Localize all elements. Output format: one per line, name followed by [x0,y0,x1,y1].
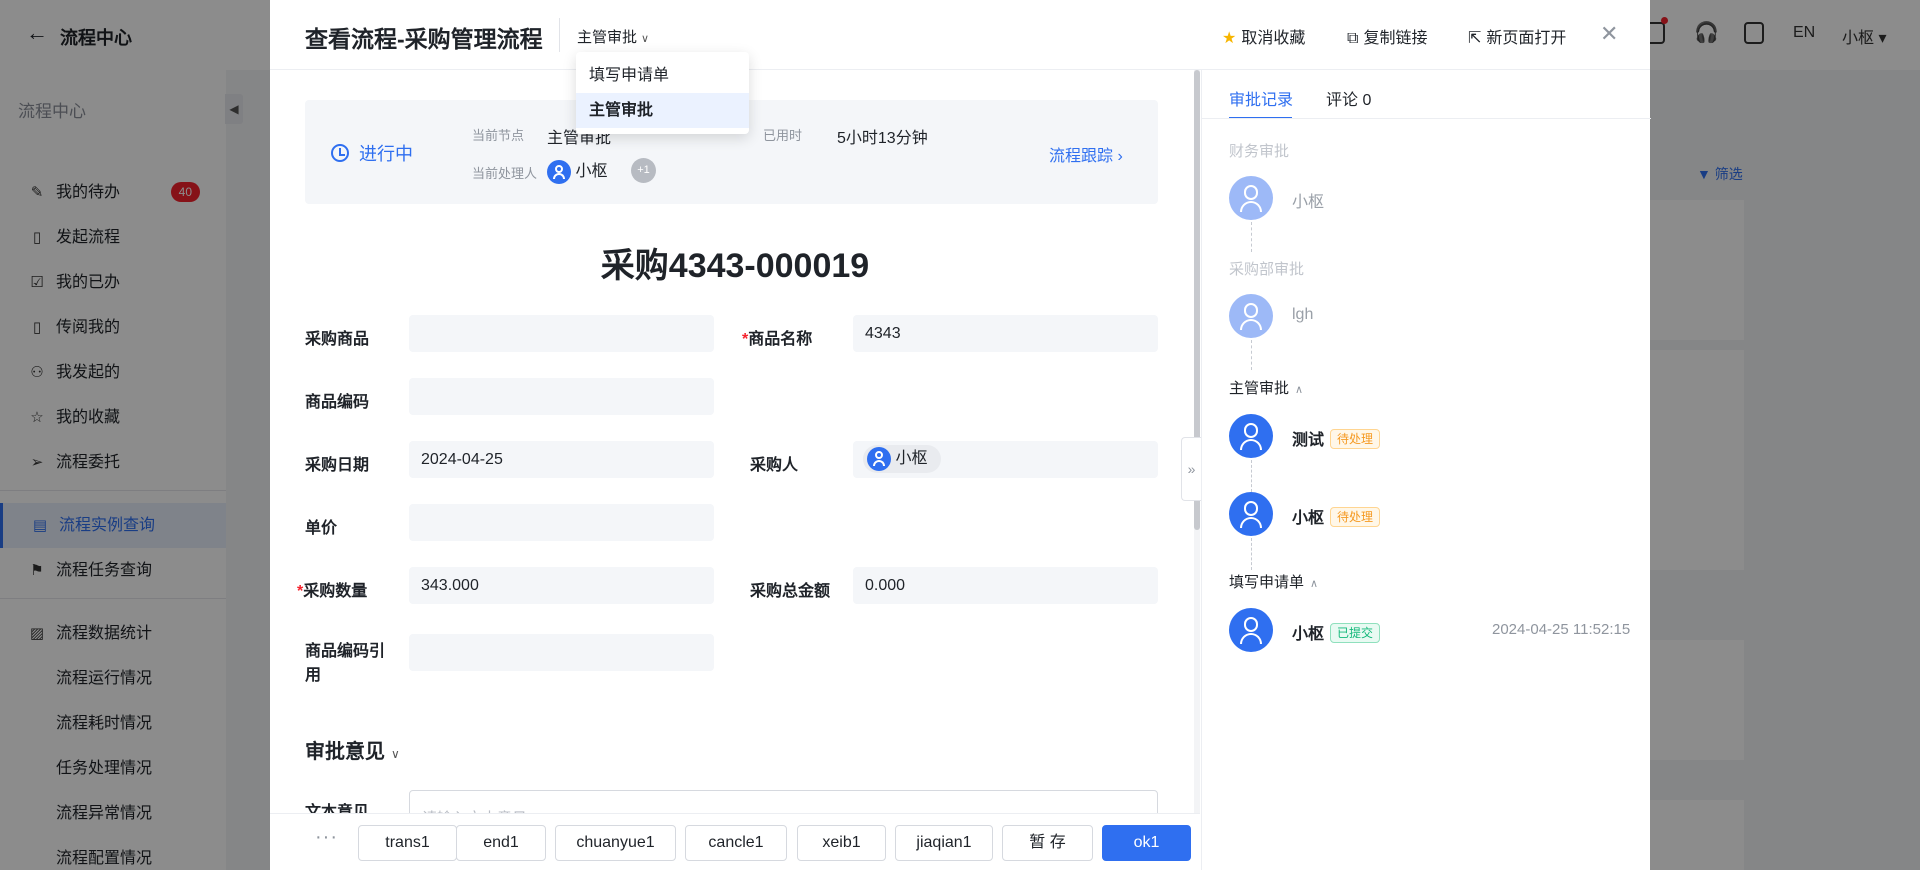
end1-button[interactable]: end1 [456,825,546,861]
text-opinion-label: 文本意见 [305,804,370,813]
open-new-page-button[interactable]: ⇱ 新页面打开 [1468,24,1566,48]
record-name: 小枢 已提交 [1292,620,1381,644]
status-state: 进行中 [331,140,413,166]
process-track-link[interactable]: 流程跟踪 › [1049,142,1123,166]
user-avatar-icon [867,446,891,471]
more-actions-icon[interactable]: ··· [315,826,338,849]
record-name: 小枢 [1292,194,1325,211]
clock-icon [331,144,349,162]
chevron-up-icon: ∧ [1295,384,1304,396]
process-main: 进行中 当前节点 主管审批 已用时 5小时13分钟 当前处理人 小枢 +1 流程… [270,70,1200,813]
record-name: 小枢 待处理 [1292,504,1381,528]
copy-link-button[interactable]: ⧉ 复制链接 [1347,24,1427,48]
user-avatar-icon [1229,294,1273,338]
record-time: 2024-04-25 11:52:15 [1492,621,1631,638]
purchase-date-label: 采购日期 [305,457,370,474]
chevron-down-icon: ∨ [641,33,650,45]
trans1-button[interactable]: trans1 [358,825,457,861]
chevron-up-icon: ∧ [1310,578,1319,590]
purchase-date-input[interactable]: 2024-04-25 [409,441,714,478]
quantity-input[interactable]: 343.000 [409,567,714,604]
jiaqian1-button[interactable]: jiaqian1 [895,825,993,861]
product-input[interactable] [409,315,714,352]
timeline-connector [1251,538,1252,570]
cancle1-button[interactable]: cancle1 [685,825,787,861]
extra-handlers-badge[interactable]: +1 [631,158,656,183]
record-panel: 审批记录 评论 0 财务审批 小枢 采购部审批 lgh 主管审批 ∧ 测试 待处理 … [1201,70,1651,870]
dropdown-option-selected[interactable]: 主管审批 [576,93,749,128]
elapsed-label: 已用时 [763,128,803,143]
product-name-label: *商品名称 [742,331,813,348]
close-icon[interactable]: ✕ [1600,21,1618,47]
product-code-input[interactable] [409,378,714,415]
purchaser-name: 小枢 [895,449,928,467]
pending-tag: 待处理 [1330,507,1381,527]
text-opinion-input[interactable]: 请输入文本意见 [409,790,1158,813]
total-input[interactable]: 0.000 [853,567,1158,604]
code-ref-label: 商品编码引用 [305,643,386,684]
record-name: lgh [1292,306,1314,323]
header-divider [559,18,560,52]
purchaser-chip: 小枢 [863,444,942,473]
product-name-input[interactable]: 4343 [853,315,1158,352]
unfavorite-button[interactable]: ★ 取消收藏 [1222,24,1305,48]
tabs-divider [1202,118,1651,119]
record-group-title: 采购部审批 [1229,261,1305,278]
unit-price-input[interactable] [409,504,714,541]
drawer-header: 查看流程-采购管理流程 主管审批 ∨ ★ 取消收藏 ⧉ 复制链接 ⇱ 新页面打开 ✕ [270,0,1650,70]
copy-icon: ⧉ [1347,30,1359,47]
product-code-label: 商品编码 [305,394,370,411]
timeline-connector [1251,340,1252,370]
form-title: 采购4343-000019 [600,247,870,285]
process-drawer: 查看流程-采购管理流程 主管审批 ∨ ★ 取消收藏 ⧉ 复制链接 ⇱ 新页面打开 ✕ 进… [270,0,1651,870]
handler: 小枢 [547,157,607,184]
tab-comments[interactable]: 评论 0 [1326,86,1371,110]
node-dropdown: 填写申请单 主管审批 [576,52,749,134]
product-label: 采购商品 [305,331,370,348]
record-group-title[interactable]: 主管审批 ∧ [1229,377,1303,398]
user-avatar-icon [1229,608,1273,652]
dropdown-option[interactable]: 填写申请单 [576,58,749,93]
record-name: 测试 待处理 [1292,426,1381,450]
record-group-title: 财务审批 [1229,143,1290,160]
elapsed-value: 5小时13分钟 [837,130,928,147]
quantity-label: *采购数量 [297,583,368,600]
timeline-connector [1251,460,1252,492]
drawer-title: 查看流程-采购管理流程 [305,26,543,52]
unit-price-label: 单价 [305,520,338,537]
user-avatar-icon [547,159,571,184]
record-group-title[interactable]: 填写申请单 ∧ [1229,571,1318,592]
code-ref-input[interactable] [409,634,714,671]
expand-panel-icon[interactable]: » [1181,437,1201,501]
star-icon: ★ [1222,30,1237,47]
save-draft-button[interactable]: 暂 存 [1002,825,1093,861]
tab-approval-records[interactable]: 审批记录 [1229,86,1293,110]
purchaser-field[interactable]: 小枢 [853,441,1158,478]
timeline-connector [1251,222,1252,252]
node-select[interactable]: 主管审批 ∨ [577,26,649,47]
total-label: 采购总金额 [750,583,831,600]
ok1-button[interactable]: ok1 [1102,825,1191,861]
submitted-tag: 已提交 [1330,623,1381,643]
handler-label: 当前处理人 [472,166,538,181]
chevron-down-icon: ∨ [391,747,400,761]
current-node-label: 当前节点 [472,128,525,143]
user-avatar-icon [1229,414,1273,458]
user-avatar-icon [1229,492,1273,536]
xeib1-button[interactable]: xeib1 [797,825,886,861]
pending-tag: 待处理 [1330,429,1381,449]
purchaser-label: 采购人 [750,457,799,474]
approval-opinion-section[interactable]: 审批意见 ∨ [305,735,400,764]
user-avatar-icon [1229,176,1273,220]
chuanyue1-button[interactable]: chuanyue1 [555,825,676,861]
external-link-icon: ⇱ [1468,30,1482,47]
node-select-value: 主管审批 [577,29,638,46]
action-footer: ··· trans1 end1 chuanyue1 cancle1 xeib1 … [270,813,1200,870]
handler-name: 小枢 [575,163,608,180]
chevron-right-icon: › [1117,148,1123,165]
